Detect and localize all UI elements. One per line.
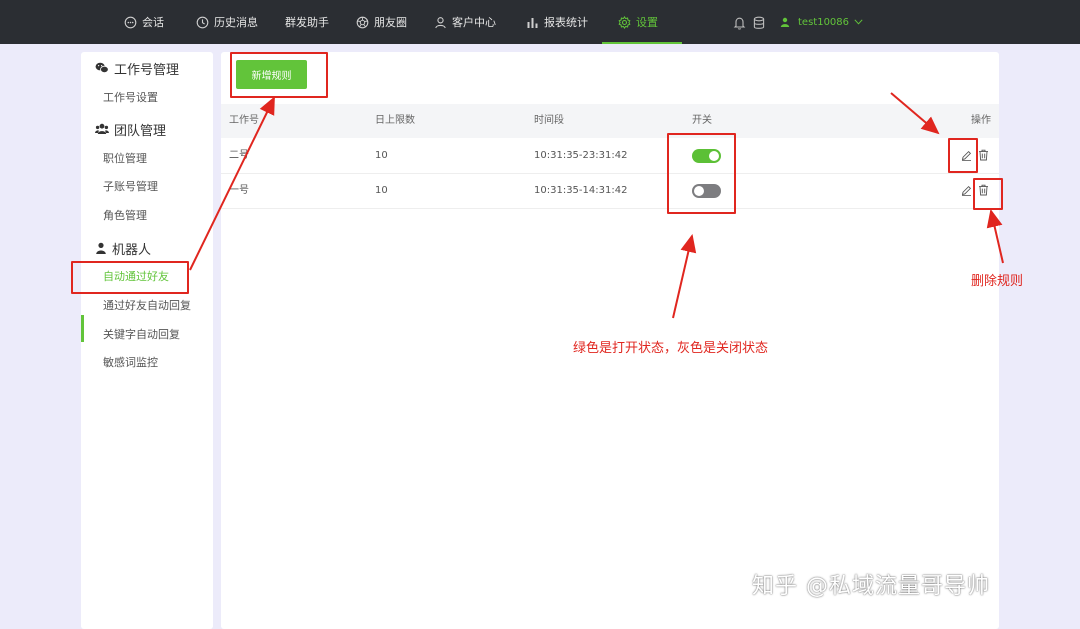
column-header-account: 工作号 <box>229 115 259 126</box>
sidebar-item-label: 子账号管理 <box>103 180 158 193</box>
nav-label: 报表统计 <box>544 16 588 29</box>
database-icon[interactable] <box>753 15 765 34</box>
user-menu[interactable]: test10086 <box>780 0 863 44</box>
cell-account: 二号 <box>229 150 249 161</box>
cell-daily-limit: 10 <box>375 185 388 196</box>
annotation-box-delete <box>973 178 1003 210</box>
sidebar-group-work-accounts: 工作号管理 <box>95 58 179 78</box>
sidebar-item-keyword-auto-reply[interactable]: 关键字自动回复 <box>103 325 180 343</box>
sidebar-item-friend-auto-reply[interactable]: 通过好友自动回复 <box>103 296 191 314</box>
sidebar-item-sensitive-word-monitor[interactable]: 敏感词监控 <box>103 353 158 371</box>
sidebar-item-work-account-settings[interactable]: 工作号设置 <box>103 88 158 106</box>
annotation-delete-rule: 删除规则 <box>971 274 1024 289</box>
chevron-down-icon <box>854 19 863 25</box>
nav-item-customer-center[interactable]: 客户中心 <box>434 0 496 44</box>
table-row: 一号 10 10:31:35-14:31:42 <box>221 173 999 209</box>
annotation-box-edit <box>948 138 978 173</box>
cell-time-range: 10:31:35-14:31:42 <box>534 185 628 196</box>
nav-item-reports[interactable]: 报表统计 <box>526 0 588 44</box>
column-header-actions: 操作 <box>971 115 991 126</box>
sidebar-group-robot: 机器人 <box>95 238 151 258</box>
sidebar-item-positions[interactable]: 职位管理 <box>103 149 147 167</box>
nav-item-history[interactable]: 历史消息 <box>196 0 258 44</box>
annotation-box-sidebar-item <box>71 261 189 294</box>
sidebar-group-title: 机器人 <box>112 242 152 258</box>
column-header-daily-limit: 日上限数 <box>375 115 415 126</box>
nav-label: 会话 <box>142 16 164 29</box>
nav-item-moments[interactable]: 朋友圈 <box>356 0 407 44</box>
nav-item-mass-message[interactable]: 群发助手 <box>285 0 329 44</box>
sidebar-item-roles[interactable]: 角色管理 <box>103 206 147 224</box>
nav-item-settings[interactable]: 设置 <box>602 0 682 44</box>
sidebar-item-sub-accounts[interactable]: 子账号管理 <box>103 177 158 195</box>
chat-bubble-icon <box>124 16 137 29</box>
gear-icon <box>618 15 631 29</box>
sidebar-group-title: 团队管理 <box>114 123 167 139</box>
sidebar-group-title: 工作号管理 <box>114 62 180 78</box>
sidebar-item-label: 敏感词监控 <box>103 356 158 369</box>
annotation-box-switches <box>667 133 736 214</box>
nav-label: 历史消息 <box>214 16 258 29</box>
cell-time-range: 10:31:35-23:31:42 <box>534 150 628 161</box>
sidebar-item-label: 工作号设置 <box>103 91 158 104</box>
cell-daily-limit: 10 <box>375 150 388 161</box>
team-icon <box>95 123 109 135</box>
trash-icon[interactable] <box>976 148 990 162</box>
username: test10086 <box>798 16 850 28</box>
active-indicator <box>81 315 84 342</box>
sidebar-item-label: 角色管理 <box>103 209 147 222</box>
user-avatar-icon <box>780 17 790 27</box>
annotation-box-add-rule <box>230 52 328 98</box>
nav-label: 设置 <box>636 16 658 29</box>
wechat-icon <box>95 62 109 74</box>
top-navigation-bar: 会话 历史消息 群发助手 朋友圈 客户中心 报表统计 设置 test10086 <box>0 0 1080 44</box>
sidebar-group-team: 团队管理 <box>95 119 166 139</box>
aperture-icon <box>356 16 369 29</box>
sidebar-item-label: 关键字自动回复 <box>103 328 180 341</box>
bar-chart-icon <box>526 16 539 29</box>
edit-icon[interactable] <box>959 183 973 197</box>
nav-item-chat[interactable]: 会话 <box>124 0 164 44</box>
column-header-time-range: 时间段 <box>534 115 564 126</box>
clock-icon <box>196 16 209 29</box>
sidebar-item-label: 通过好友自动回复 <box>103 299 191 312</box>
table-row: 二号 10 10:31:35-23:31:42 <box>221 138 999 174</box>
nav-label: 客户中心 <box>452 16 496 29</box>
nav-label: 朋友圈 <box>374 16 407 29</box>
table-header: 工作号 日上限数 时间段 开关 操作 <box>221 104 999 138</box>
bell-icon[interactable] <box>733 15 746 34</box>
sidebar-item-label: 职位管理 <box>103 152 147 165</box>
sidebar: 工作号管理 工作号设置 团队管理 职位管理 子账号管理 角色管理 机器人 自动通… <box>81 52 213 629</box>
watermark: 知乎 @私域流量哥导帅 <box>752 574 990 599</box>
cell-account: 一号 <box>229 185 249 196</box>
person-icon <box>434 16 447 29</box>
nav-label: 群发助手 <box>285 16 329 29</box>
robot-icon <box>95 242 107 254</box>
annotation-switch-note: 绿色是打开状态，灰色是关闭状态 <box>573 341 769 356</box>
